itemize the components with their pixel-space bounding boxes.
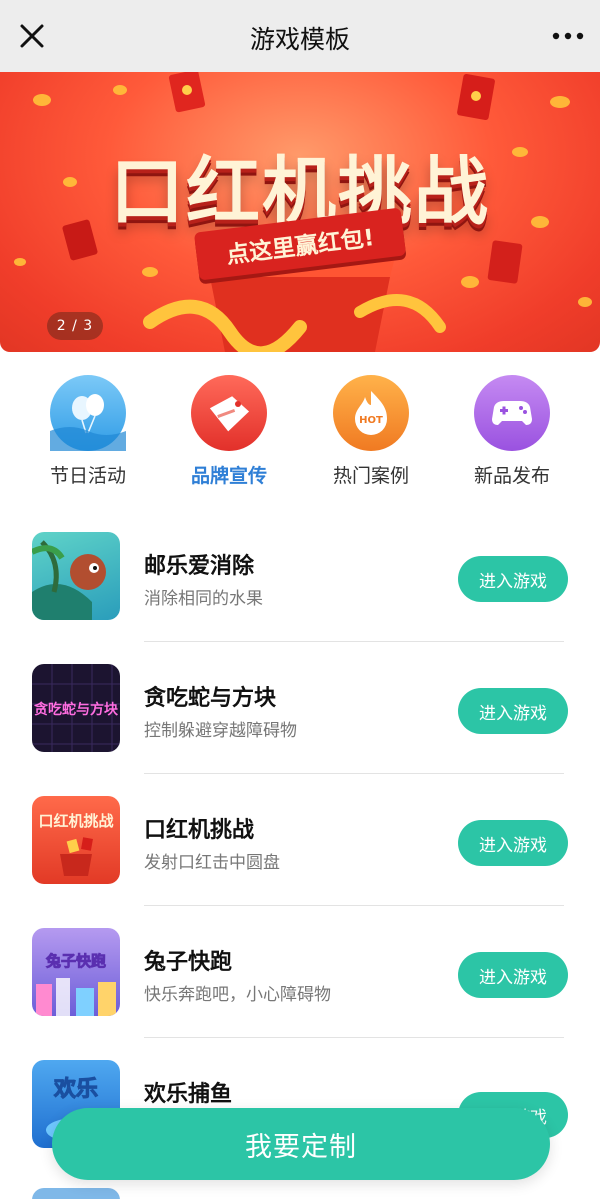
- game-description: 消除相同的水果: [144, 589, 263, 609]
- tag-icon: [191, 375, 267, 451]
- divider: [144, 641, 564, 642]
- thumb-text: 贪吃蛇与方块: [33, 701, 119, 718]
- game-name: 邮乐爱消除: [144, 554, 255, 579]
- game-description: 控制躲避穿越障碍物: [144, 721, 297, 741]
- thumb-text: 兔子快跑: [45, 952, 106, 970]
- thumb-text: 欢乐: [53, 1076, 98, 1102]
- game-name: 兔子快跑: [144, 950, 233, 975]
- svg-text:HOT: HOT: [359, 415, 383, 426]
- category-label: 品牌宣传: [190, 465, 267, 487]
- category-label: 节日活动: [49, 465, 126, 487]
- top-navbar: 游戏模板: [0, 0, 600, 72]
- enter-game-button[interactable]: 进入游戏: [458, 952, 568, 998]
- category-label: 新品发布: [473, 465, 550, 487]
- enter-game-button[interactable]: 进入游戏: [458, 820, 568, 866]
- game-thumbnail: [32, 532, 120, 620]
- more-icon[interactable]: [550, 22, 586, 50]
- gamepad-icon: [474, 375, 550, 451]
- enter-game-button[interactable]: 进入游戏: [458, 688, 568, 734]
- balloon-icon: [50, 375, 126, 451]
- list-item[interactable]: 贪吃蛇与方块 贪吃蛇与方块 控制躲避穿越障碍物 进入游戏: [0, 652, 600, 784]
- category-hot[interactable]: HOT 热门案例: [311, 370, 431, 488]
- category-nav: 节日活动 品牌宣传 HOT 热门案例 新品发布: [0, 370, 600, 500]
- list-item-peek: [32, 1188, 120, 1199]
- game-thumbnail: 兔子快跑: [32, 928, 120, 1016]
- list-item[interactable]: 邮乐爱消除 消除相同的水果 进入游戏: [0, 520, 600, 652]
- page-title: 游戏模板: [249, 25, 350, 54]
- game-description: 发射口红击中圆盘: [144, 853, 280, 873]
- category-label: 热门案例: [332, 465, 409, 487]
- category-brand[interactable]: 品牌宣传: [169, 370, 289, 488]
- customize-button[interactable]: 我要定制: [52, 1108, 550, 1180]
- banner-pager: 2 / 3: [47, 312, 103, 340]
- divider: [144, 1037, 564, 1038]
- thumb-text: 口红机挑战: [38, 812, 113, 830]
- category-new[interactable]: 新品发布: [452, 370, 572, 488]
- game-thumbnail: 贪吃蛇与方块: [32, 664, 120, 752]
- promo-banner[interactable]: 口红机挑战 点这里赢红包! 2 / 3: [0, 72, 600, 352]
- game-name: 口红机挑战: [144, 818, 255, 843]
- enter-game-button[interactable]: 进入游戏: [458, 556, 568, 602]
- list-item[interactable]: 口红机挑战 口红机挑战 发射口红击中圆盘 进入游戏: [0, 784, 600, 916]
- game-name: 贪吃蛇与方块: [144, 686, 277, 711]
- game-description: 快乐奔跑吧，小心障碍物: [144, 985, 331, 1005]
- divider: [144, 773, 564, 774]
- category-festival[interactable]: 节日活动: [28, 370, 148, 488]
- game-thumbnail: 口红机挑战: [32, 796, 120, 884]
- list-item[interactable]: 兔子快跑 兔子快跑 快乐奔跑吧，小心障碍物 进入游戏: [0, 916, 600, 1048]
- game-name: 欢乐捕鱼: [144, 1082, 233, 1107]
- hot-flame-icon: HOT: [333, 375, 409, 451]
- divider: [144, 905, 564, 906]
